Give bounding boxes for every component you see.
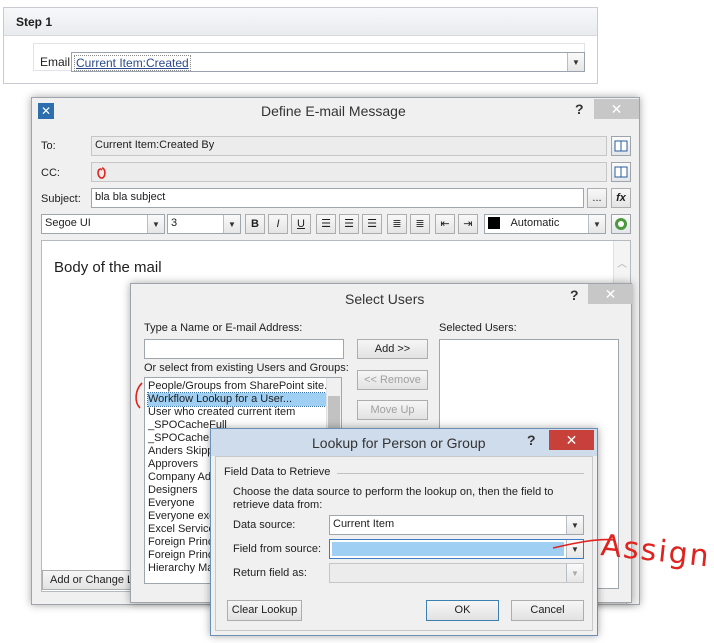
step-header: Step 1 bbox=[4, 8, 597, 36]
list-item[interactable]: People/Groups from SharePoint site... bbox=[148, 380, 333, 393]
email-action-label: Email bbox=[40, 55, 71, 69]
section-divider bbox=[337, 473, 584, 474]
field-from-source-label: Field from source: bbox=[233, 543, 322, 555]
field-highlight bbox=[332, 542, 564, 556]
add-button[interactable]: Add >> bbox=[357, 339, 428, 359]
font-family-select[interactable]: Segoe UI ▼ bbox=[41, 214, 165, 234]
list-item[interactable]: Everyone exc bbox=[148, 510, 215, 523]
close-button[interactable]: ✕ bbox=[549, 430, 594, 450]
lookup-titlebar: Lookup for Person or Group ? ✕ bbox=[211, 429, 597, 456]
chevron-down-icon[interactable]: ▼ bbox=[223, 215, 240, 233]
selected-users-label: Selected Users: bbox=[439, 322, 517, 334]
cancel-button[interactable]: Cancel bbox=[511, 600, 584, 621]
font-size-value: 3 bbox=[171, 217, 178, 229]
field-data-section-label: Field Data to Retrieve bbox=[224, 466, 331, 478]
list-item[interactable]: _SPOCacheR bbox=[148, 432, 217, 445]
step-title: Step 1 bbox=[16, 15, 53, 29]
align-right-icon[interactable]: ☰ bbox=[362, 214, 382, 234]
subject-label: Subject: bbox=[41, 193, 81, 205]
type-name-label: Type a Name or E-mail Address: bbox=[144, 322, 303, 334]
move-up-button[interactable]: Move Up bbox=[357, 400, 428, 420]
list-item[interactable]: Everyone bbox=[148, 497, 194, 510]
help-button[interactable]: ? bbox=[527, 432, 536, 448]
scroll-up-icon[interactable]: ︿ bbox=[617, 255, 627, 270]
chevron-down-icon[interactable]: ▼ bbox=[147, 215, 164, 233]
ok-button[interactable]: OK bbox=[426, 600, 499, 621]
list-item[interactable]: Anders Skipp bbox=[148, 445, 213, 458]
sharepoint-designer-icon: ✕ bbox=[38, 103, 54, 119]
font-color-value: Automatic bbox=[510, 217, 560, 229]
decrease-indent-icon[interactable]: ⇤ bbox=[435, 214, 455, 234]
font-color-select[interactable]: Automatic ▼ bbox=[484, 214, 606, 234]
function-button[interactable]: fx bbox=[611, 188, 631, 208]
list-item[interactable]: Approvers bbox=[148, 458, 198, 471]
existing-users-label: Or select from existing Users and Groups… bbox=[144, 362, 349, 374]
close-button[interactable]: ✕ bbox=[588, 284, 633, 304]
add-change-lookup-button[interactable]: Add or Change L bbox=[42, 570, 134, 590]
help-button[interactable]: ? bbox=[570, 287, 579, 303]
clear-lookup-button[interactable]: Clear Lookup bbox=[227, 600, 302, 621]
lookup-dialog: Lookup for Person or Group ? ✕ Field Dat… bbox=[210, 428, 598, 636]
data-source-select[interactable]: Current Item ▼ bbox=[329, 515, 584, 535]
bold-button[interactable]: B bbox=[245, 214, 265, 234]
select-users-titlebar: Select Users ? ✕ bbox=[131, 284, 633, 310]
align-left-icon[interactable]: ☰ bbox=[316, 214, 336, 234]
remove-button[interactable]: << Remove bbox=[357, 370, 428, 390]
list-item[interactable]: Excel Service bbox=[148, 523, 215, 536]
lookup-title: Lookup for Person or Group bbox=[312, 435, 486, 451]
hyperlink-icon[interactable] bbox=[611, 214, 631, 234]
email-action-link[interactable]: Current Item:Created bbox=[74, 55, 191, 71]
return-field-label: Return field as: bbox=[233, 567, 307, 579]
subject-field[interactable]: bla bla subject bbox=[91, 188, 584, 208]
font-size-select[interactable]: 3 ▼ bbox=[167, 214, 241, 234]
font-family-value: Segoe UI bbox=[45, 217, 91, 229]
close-button[interactable]: ✕ bbox=[594, 99, 639, 119]
list-item[interactable]: Designers bbox=[148, 484, 198, 497]
define-email-title: Define E-mail Message bbox=[261, 103, 406, 119]
list-item[interactable]: Foreign Princ bbox=[148, 536, 213, 549]
define-email-titlebar: ✕ Define E-mail Message ? ✕ bbox=[32, 98, 639, 124]
chevron-down-icon[interactable]: ▼ bbox=[567, 53, 584, 71]
select-users-title: Select Users bbox=[345, 291, 425, 307]
message-body-text: Body of the mail bbox=[54, 259, 162, 276]
lookup-description: Choose the data source to perform the lo… bbox=[233, 486, 554, 511]
list-item[interactable]: User who created current item bbox=[148, 406, 295, 419]
increase-indent-icon[interactable]: ⇥ bbox=[458, 214, 478, 234]
email-action-dropdown[interactable]: Current Item:Created ▼ bbox=[71, 52, 585, 72]
list-item[interactable]: Company Adr bbox=[148, 471, 215, 484]
to-field[interactable]: Current Item:Created By bbox=[91, 136, 607, 156]
bullet-list-icon[interactable]: ≣ bbox=[410, 214, 430, 234]
numbered-list-icon[interactable]: ≣ bbox=[387, 214, 407, 234]
cc-field[interactable] bbox=[91, 162, 607, 182]
color-swatch bbox=[488, 217, 500, 230]
italic-button[interactable]: I bbox=[268, 214, 288, 234]
data-source-value: Current Item bbox=[333, 518, 395, 530]
list-item[interactable]: Foreign Princ bbox=[148, 549, 213, 562]
chevron-down-icon[interactable]: ▼ bbox=[566, 516, 583, 534]
return-field-select[interactable]: ▼ bbox=[329, 563, 584, 583]
name-email-input[interactable] bbox=[144, 339, 344, 359]
to-label: To: bbox=[41, 140, 56, 152]
subject-builder-button[interactable]: ... bbox=[587, 188, 607, 208]
field-from-source-select[interactable]: ▼ bbox=[329, 539, 584, 559]
list-item[interactable]: Hierarchy Ma bbox=[148, 562, 213, 575]
chevron-down-icon[interactable]: ▼ bbox=[566, 540, 583, 558]
cc-address-book-icon[interactable] bbox=[611, 162, 631, 182]
chevron-down-icon[interactable]: ▼ bbox=[588, 215, 605, 233]
align-center-icon[interactable]: ☰ bbox=[339, 214, 359, 234]
data-source-label: Data source: bbox=[233, 519, 296, 531]
chevron-down-icon[interactable]: ▼ bbox=[566, 564, 583, 582]
address-book-icon[interactable] bbox=[611, 136, 631, 156]
cc-label: CC: bbox=[41, 167, 60, 179]
underline-button[interactable]: U bbox=[291, 214, 311, 234]
list-item-selected[interactable]: Workflow Lookup for a User... bbox=[147, 392, 327, 407]
help-button[interactable]: ? bbox=[575, 101, 584, 117]
